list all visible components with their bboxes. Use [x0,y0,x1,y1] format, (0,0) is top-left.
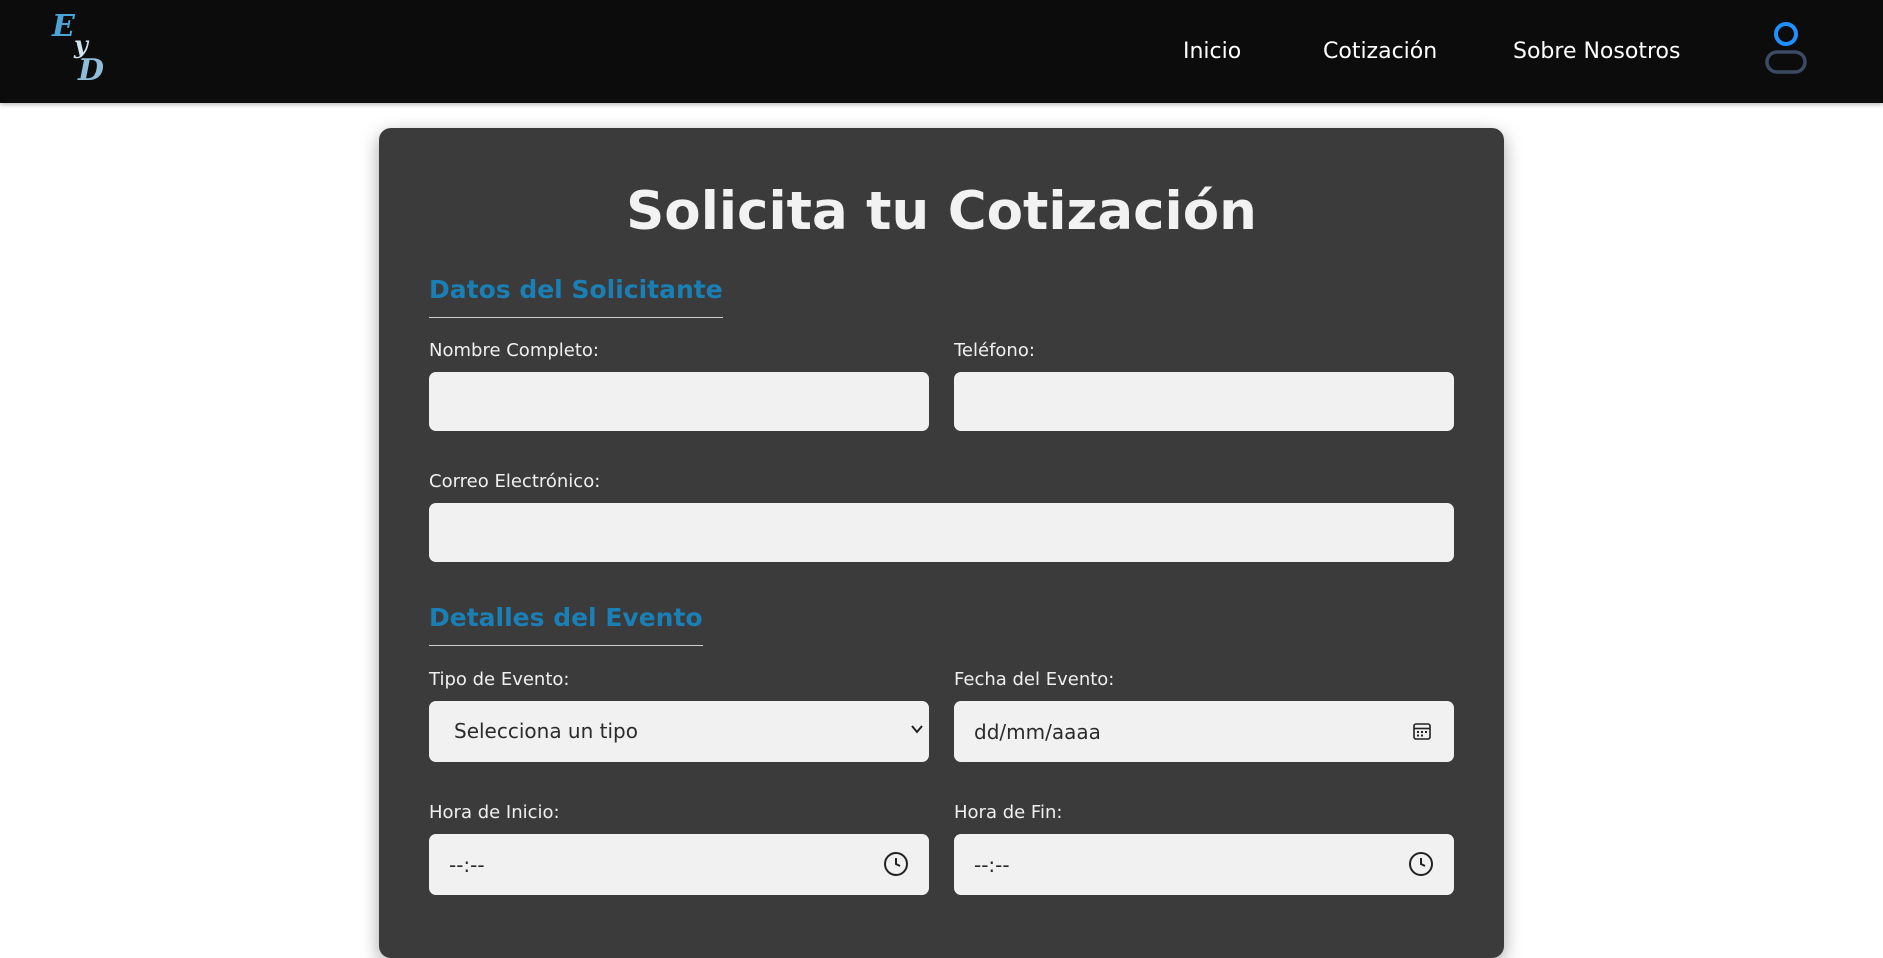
nombre-input[interactable] [429,372,929,431]
user-body-icon [1765,50,1807,74]
tipo-evento-select[interactable]: Selecciona un tipo [429,701,929,762]
correo-input[interactable] [429,503,1454,562]
logo-letter-1: E [52,9,75,44]
calendar-icon[interactable] [1412,721,1432,741]
fecha-evento-label: Fecha del Evento: [954,669,1115,690]
tipo-evento-value: Selecciona un tipo [454,719,638,743]
hora-inicio-label: Hora de Inicio: [429,802,560,823]
chevron-down-icon [911,725,923,734]
section-title-solicitante: Datos del Solicitante [429,273,723,318]
page-title: Solicita tu Cotización [626,181,1257,242]
hora-inicio-input[interactable]: --:-- [429,834,929,895]
nombre-label: Nombre Completo: [429,340,599,361]
correo-label: Correo Electrónico: [429,471,601,492]
hora-inicio-value: --:-- [449,853,485,877]
hora-fin-input[interactable]: --:-- [954,834,1454,895]
fecha-evento-value: dd/mm/aaaa [974,720,1101,744]
nav-link-cotizacion[interactable]: Cotización [1323,38,1437,66]
clock-icon[interactable] [883,851,909,877]
logo[interactable]: E y D [50,10,112,90]
tipo-evento-label: Tipo de Evento: [429,669,570,690]
clock-icon[interactable] [1408,851,1434,877]
hora-fin-value: --:-- [974,853,1010,877]
nav-link-sobre-nosotros[interactable]: Sobre Nosotros [1513,38,1680,66]
telefono-label: Teléfono: [954,340,1035,361]
nav-link-inicio[interactable]: Inicio [1183,38,1241,66]
section-title-evento: Detalles del Evento [429,601,703,646]
logo-letter-3: D [78,53,105,88]
navbar: E y D Inicio Cotización Sobre Nosotros [0,0,1883,103]
hora-fin-label: Hora de Fin: [954,802,1063,823]
fecha-evento-input[interactable]: dd/mm/aaaa [954,701,1454,762]
telefono-input[interactable] [954,372,1454,431]
quote-form-card: Solicita tu Cotización Datos del Solicit… [379,128,1504,958]
